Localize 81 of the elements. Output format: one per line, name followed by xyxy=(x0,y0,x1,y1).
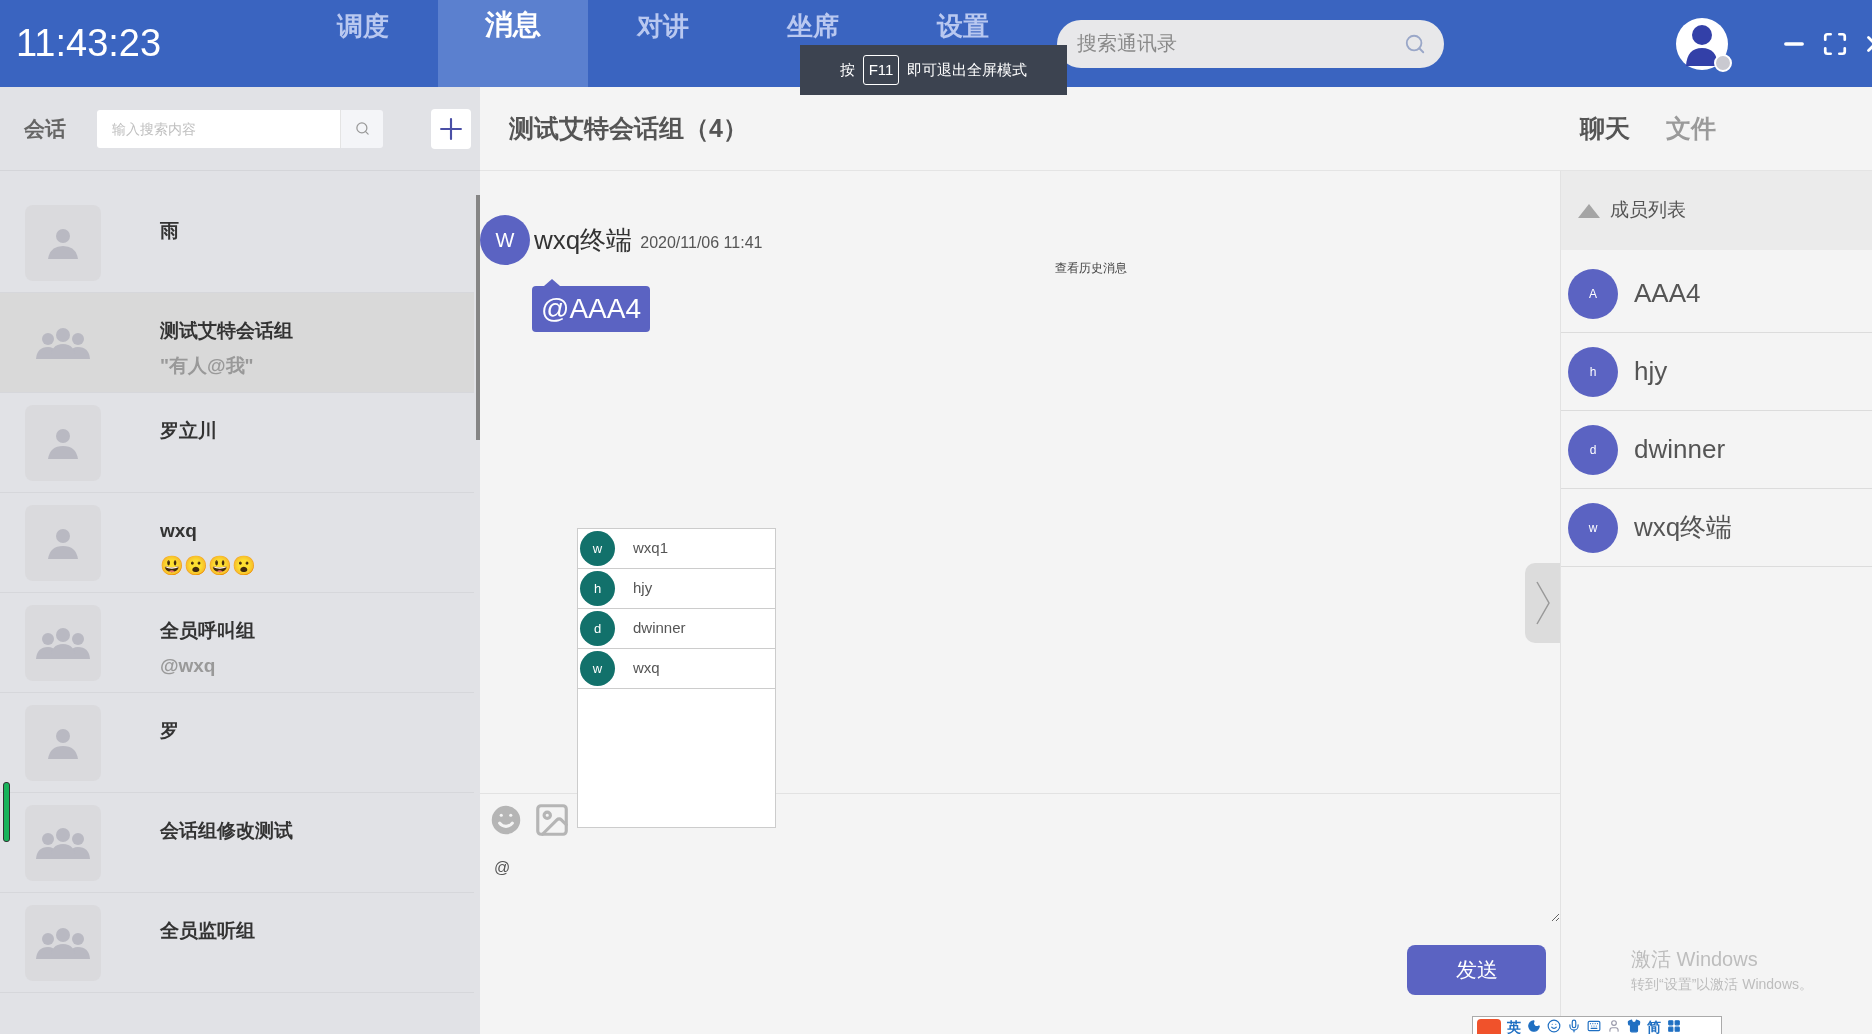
send-button[interactable]: 发送 xyxy=(1407,945,1546,995)
session-item[interactable]: wxq 😃😮😃😮 xyxy=(0,493,474,593)
mention-option[interactable]: d dwinner xyxy=(578,609,775,649)
shirt-icon[interactable] xyxy=(1627,1019,1641,1033)
session-name: 全员监听组 xyxy=(160,919,255,943)
smiley-icon[interactable] xyxy=(1547,1019,1561,1033)
search-icon xyxy=(1404,32,1426,55)
add-button[interactable] xyxy=(431,108,471,149)
member-avatar: w xyxy=(1568,502,1618,553)
sidebar-title: 会话 xyxy=(24,115,67,142)
chevron-right-icon xyxy=(1535,581,1550,625)
member-avatar: h xyxy=(1568,346,1618,397)
clock: 11:43:23 xyxy=(16,21,163,66)
key-cap: F11 xyxy=(862,54,900,86)
chat-tab[interactable]: 聊天 xyxy=(1580,109,1630,148)
session-name: wxq xyxy=(160,519,198,543)
member-avatar: h xyxy=(580,571,615,606)
hint-text: 按 xyxy=(839,59,855,80)
session-preview: @wxq xyxy=(160,653,217,678)
session-name: 罗 xyxy=(160,719,179,743)
member-name: hjy xyxy=(1634,355,1668,388)
moon-icon[interactable] xyxy=(1527,1019,1541,1033)
status-indicator xyxy=(3,782,10,842)
member-row[interactable]: h hjy xyxy=(1561,333,1872,411)
member-name: wxq1 xyxy=(633,538,669,559)
collapse-handle[interactable] xyxy=(1525,563,1560,643)
message-time: 2020/11/06 11:41 xyxy=(640,233,763,253)
group-icon xyxy=(36,325,90,360)
member-name: AAA4 xyxy=(1634,277,1701,310)
mention-option[interactable]: w wxq1 xyxy=(578,529,775,569)
session-search-field[interactable]: 输入搜索内容 xyxy=(97,109,340,148)
session-item[interactable]: 会话组修改测试 xyxy=(0,793,474,893)
session-name: 雨 xyxy=(160,219,179,243)
member-list-title: 成员列表 xyxy=(1610,198,1686,223)
member-avatar: w xyxy=(580,651,615,686)
group-icon xyxy=(36,925,90,960)
member-name: hjy xyxy=(633,578,653,599)
session-item[interactable]: 全员监听组 xyxy=(0,893,474,993)
microphone-icon[interactable] xyxy=(1567,1019,1581,1033)
session-name: 全员呼叫组 xyxy=(160,619,255,643)
member-name: dwinner xyxy=(633,618,686,639)
session-preview: 😃😮😃😮 xyxy=(160,553,256,578)
member-avatar: d xyxy=(580,611,615,646)
sender-name: wxq终端 xyxy=(534,223,633,257)
mention-option[interactable]: h hjy xyxy=(578,569,775,609)
search-field[interactable]: 搜索通讯录 xyxy=(1057,19,1444,68)
member-row[interactable]: d dwinner xyxy=(1561,411,1872,489)
group-icon xyxy=(36,825,90,860)
member-avatar: A xyxy=(1568,268,1618,319)
session-name: 会话组修改测试 xyxy=(160,819,293,843)
member-row[interactable]: A AAA4 xyxy=(1561,255,1872,333)
session-item[interactable]: 罗 xyxy=(0,693,474,793)
message-input[interactable]: @ xyxy=(480,842,1560,922)
session-item[interactable]: 雨 xyxy=(0,193,474,293)
nav-tab[interactable]: 消息 xyxy=(438,0,588,87)
session-item[interactable]: 罗立川 xyxy=(0,393,474,493)
fullscreen-icon[interactable] xyxy=(1822,30,1848,57)
member-row[interactable]: w wxq终端 xyxy=(1561,489,1872,567)
keyboard-icon[interactable] xyxy=(1587,1019,1601,1033)
sender-avatar: W xyxy=(480,215,530,265)
member-avatar: w xyxy=(580,531,615,566)
session-preview: "有人@我" xyxy=(160,353,255,378)
group-icon xyxy=(36,625,90,660)
session-name: 罗立川 xyxy=(160,419,217,443)
hint-text: 即可退出全屏模式 xyxy=(907,59,1028,80)
member-name: wxq xyxy=(633,658,660,679)
ime-mode[interactable]: 英 xyxy=(1507,1019,1521,1034)
history-link[interactable]: 查看历史消息 xyxy=(1055,259,1127,277)
mention-option[interactable]: w wxq xyxy=(578,649,775,689)
ime-script[interactable]: 简 xyxy=(1647,1019,1661,1034)
chat-title: 测试艾特会话组（4） xyxy=(509,112,749,144)
member-name: dwinner xyxy=(1634,433,1726,466)
member-name: wxq终端 xyxy=(1634,511,1733,544)
session-name: 测试艾特会话组 xyxy=(160,319,293,343)
member-list-header[interactable]: 成员列表 xyxy=(1561,171,1872,250)
search-icon xyxy=(354,121,370,136)
grid-icon[interactable] xyxy=(1667,1019,1681,1033)
session-item[interactable]: 测试艾特会话组 "有人@我" xyxy=(0,293,474,393)
member-avatar: d xyxy=(1568,424,1618,475)
session-item[interactable]: 全员呼叫组 @wxq xyxy=(0,593,474,693)
status-badge xyxy=(1714,53,1732,72)
